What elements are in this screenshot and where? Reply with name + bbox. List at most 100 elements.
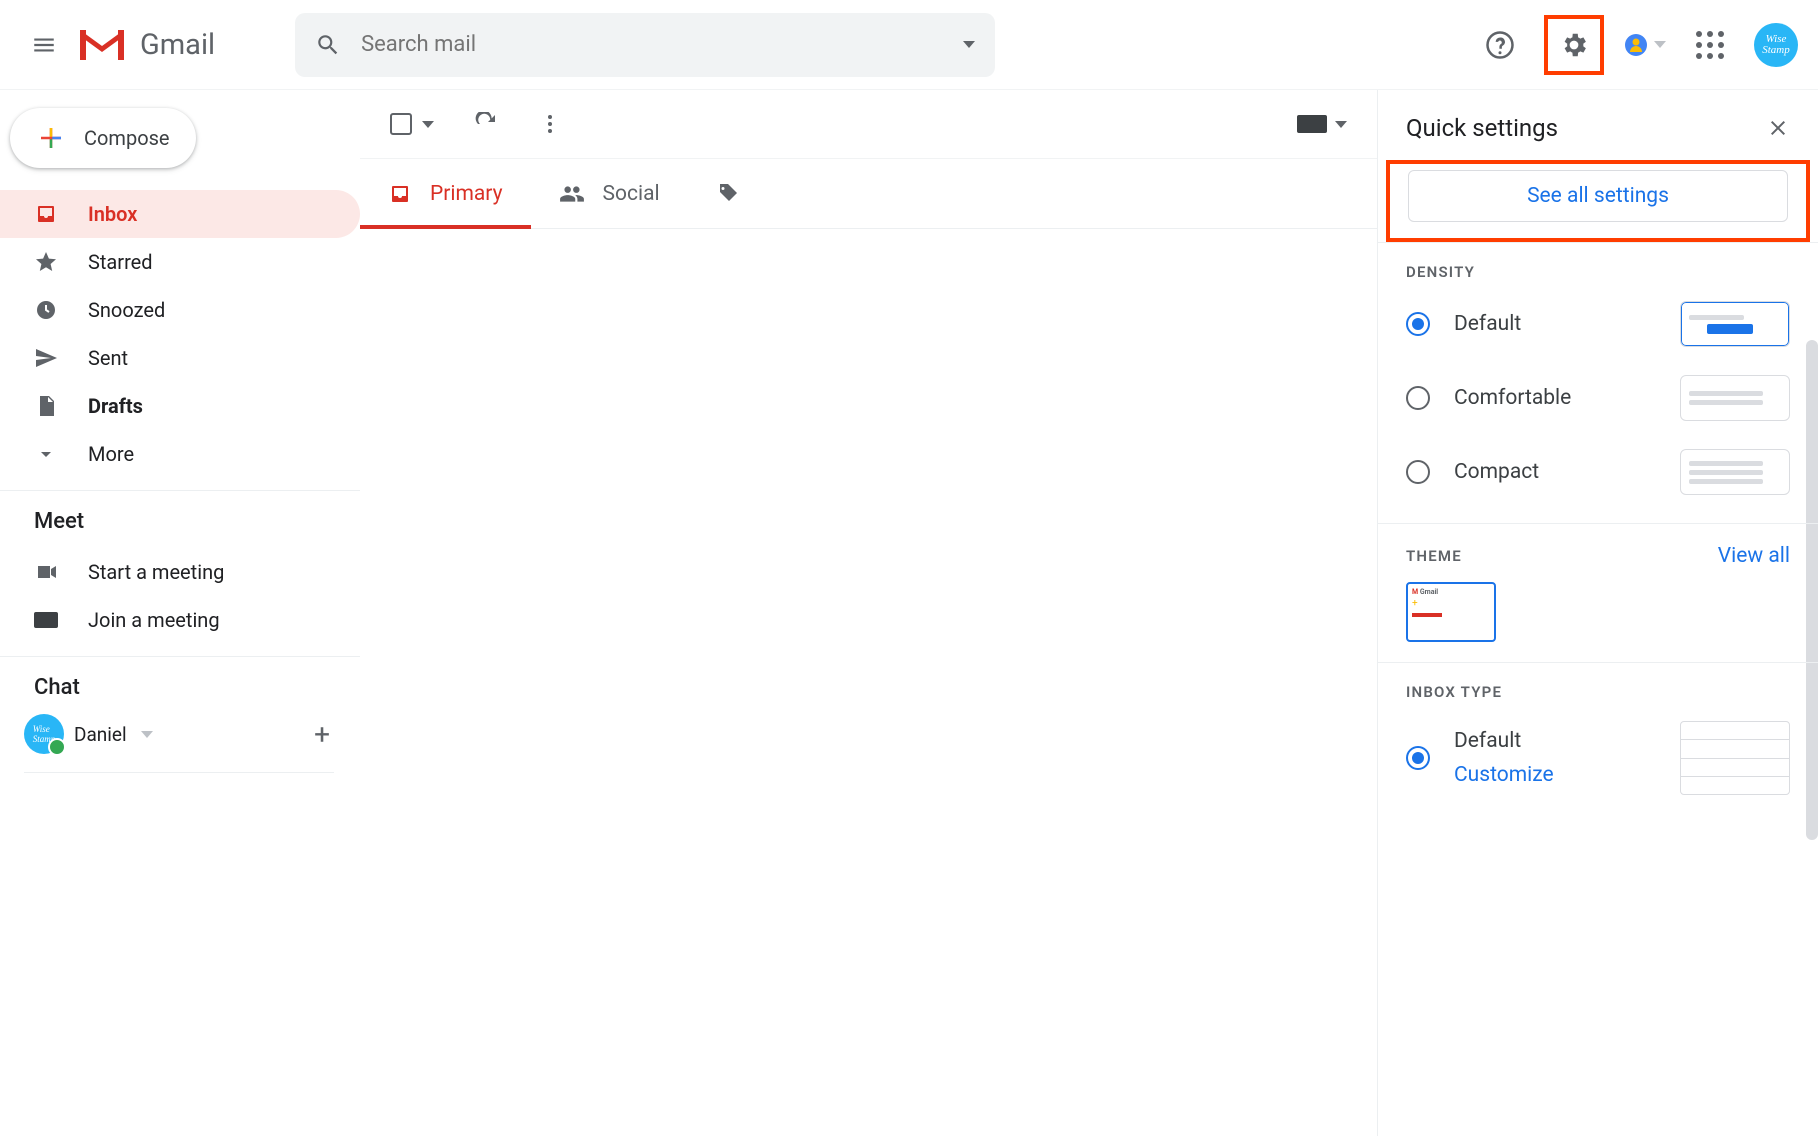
radio-icon xyxy=(1406,746,1430,770)
tab-promotions[interactable] xyxy=(688,159,768,228)
more-vert-icon xyxy=(538,112,562,136)
density-option-comfortable[interactable]: Comfortable xyxy=(1406,375,1790,421)
meet-section-title: Meet xyxy=(0,509,360,534)
radio-icon xyxy=(1406,386,1430,410)
density-section-title: DENSITY xyxy=(1406,263,1790,281)
settings-button[interactable] xyxy=(1544,15,1604,75)
inbox-icon xyxy=(34,202,58,226)
inbox-type-default[interactable]: Default Customize xyxy=(1406,721,1790,795)
tab-label: Primary xyxy=(430,182,503,206)
meet-start-meeting[interactable]: Start a meeting xyxy=(0,548,360,596)
close-quick-settings-button[interactable] xyxy=(1766,116,1790,140)
help-button[interactable] xyxy=(1476,21,1524,69)
density-preview xyxy=(1680,449,1790,495)
sidebar-item-label: Drafts xyxy=(88,394,143,418)
density-label: Compact xyxy=(1454,460,1656,484)
quick-settings-panel: Quick settings See all settings DENSITY … xyxy=(1378,90,1818,1136)
theme-thumbnail[interactable]: M Gmail + xyxy=(1406,582,1496,642)
chevron-down-icon xyxy=(34,442,58,466)
gmail-text: Gmail xyxy=(140,28,215,62)
refresh-button[interactable] xyxy=(474,112,498,136)
hamburger-icon xyxy=(31,32,57,58)
more-button[interactable] xyxy=(538,112,562,136)
close-icon xyxy=(1766,116,1790,140)
mail-toolbar xyxy=(360,90,1377,159)
chevron-down-icon xyxy=(422,121,434,128)
header: Gmail WiseStamp xyxy=(0,0,1818,90)
checkbox-icon xyxy=(390,113,412,135)
chat-user-row[interactable]: WiseStamp Daniel + xyxy=(0,714,360,754)
chat-section-title: Chat xyxy=(0,675,360,700)
sidebar: Compose Inbox Starred Snoozed xyxy=(0,90,360,1136)
sidebar-item-label: Inbox xyxy=(88,202,137,226)
input-tools-button[interactable] xyxy=(1297,115,1347,133)
chevron-down-icon xyxy=(1654,41,1666,48)
sidebar-item-drafts[interactable]: Drafts xyxy=(0,382,360,430)
mail-pane: Primary Social xyxy=(360,90,1378,1136)
sidebar-item-more[interactable]: More xyxy=(0,430,360,478)
density-option-default[interactable]: Default xyxy=(1406,301,1790,347)
radio-icon xyxy=(1406,312,1430,336)
density-label: Comfortable xyxy=(1454,386,1656,410)
search-input[interactable] xyxy=(361,32,943,57)
keyboard-icon xyxy=(34,608,58,632)
inbox-icon xyxy=(388,182,412,206)
inbox-type-preview xyxy=(1680,721,1790,795)
chevron-down-icon xyxy=(1335,121,1347,128)
meet-item-label: Join a meeting xyxy=(88,608,220,632)
category-tabs: Primary Social xyxy=(360,159,1377,229)
help-icon xyxy=(1485,30,1515,60)
select-all-checkbox[interactable] xyxy=(390,113,434,135)
radio-icon xyxy=(1406,460,1430,484)
profile-avatar[interactable]: WiseStamp xyxy=(1754,23,1798,67)
chat-avatar: WiseStamp xyxy=(24,714,64,754)
sidebar-item-label: Sent xyxy=(88,346,128,370)
tab-label: Social xyxy=(603,182,660,206)
tab-social[interactable]: Social xyxy=(531,159,688,228)
density-preview xyxy=(1680,301,1790,347)
search-advanced-dropdown-icon[interactable] xyxy=(963,41,975,48)
tag-icon xyxy=(716,182,740,206)
chat-user-name: Daniel xyxy=(74,723,127,746)
inbox-customize-link[interactable]: Customize xyxy=(1454,763,1656,787)
account-switcher[interactable] xyxy=(1624,33,1666,57)
gmail-logo[interactable]: Gmail xyxy=(76,26,215,64)
quick-settings-title: Quick settings xyxy=(1406,114,1558,142)
keyboard-icon xyxy=(1297,115,1327,133)
sidebar-item-sent[interactable]: Sent xyxy=(0,334,360,382)
sidebar-item-snoozed[interactable]: Snoozed xyxy=(0,286,360,334)
density-preview xyxy=(1680,375,1790,421)
theme-view-all-link[interactable]: View all xyxy=(1718,544,1790,568)
chat-add-button[interactable]: + xyxy=(314,718,330,751)
see-all-settings-highlight: See all settings xyxy=(1386,160,1810,242)
send-icon xyxy=(34,346,58,370)
tab-primary[interactable]: Primary xyxy=(360,159,531,228)
search-bar[interactable] xyxy=(295,13,995,77)
refresh-icon xyxy=(474,112,498,136)
meet-join-meeting[interactable]: Join a meeting xyxy=(0,596,360,644)
theme-section-title: THEME xyxy=(1406,547,1462,565)
density-option-compact[interactable]: Compact xyxy=(1406,449,1790,495)
compose-button[interactable]: Compose xyxy=(10,108,196,168)
account-icon xyxy=(1624,33,1648,57)
density-label: Default xyxy=(1454,312,1656,336)
clock-icon xyxy=(34,298,58,322)
video-icon xyxy=(34,560,58,584)
sidebar-item-inbox[interactable]: Inbox xyxy=(0,190,360,238)
main-menu-button[interactable] xyxy=(20,21,68,69)
chevron-down-icon[interactable] xyxy=(141,731,153,738)
sidebar-item-label: More xyxy=(88,442,134,466)
meet-item-label: Start a meeting xyxy=(88,560,224,584)
inbox-type-label: Default xyxy=(1454,729,1656,753)
star-icon xyxy=(34,250,58,274)
google-apps-button[interactable] xyxy=(1686,21,1734,69)
search-icon xyxy=(315,32,341,58)
inbox-type-section-title: INBOX TYPE xyxy=(1406,683,1790,701)
sidebar-item-starred[interactable]: Starred xyxy=(0,238,360,286)
gear-icon xyxy=(1559,30,1589,60)
people-icon xyxy=(559,181,585,207)
drafts-icon xyxy=(34,394,58,418)
sidebar-item-label: Snoozed xyxy=(88,298,165,322)
see-all-settings-button[interactable]: See all settings xyxy=(1408,170,1788,222)
sidebar-item-label: Starred xyxy=(88,250,153,274)
